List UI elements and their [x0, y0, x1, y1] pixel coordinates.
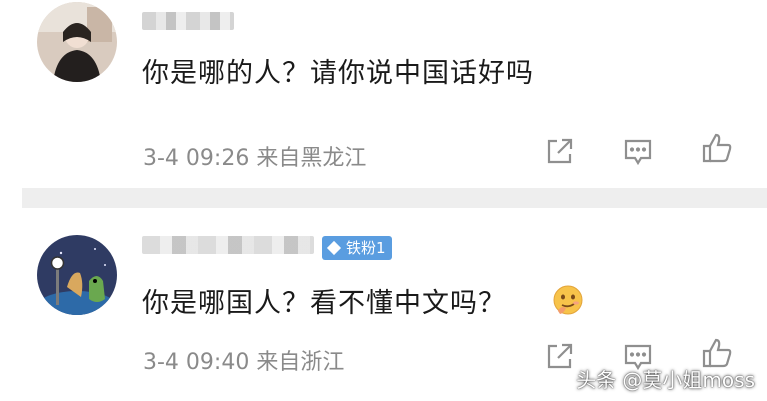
badge-label: 铁粉1	[346, 239, 386, 257]
diamond-icon	[326, 240, 342, 256]
share-icon[interactable]	[543, 339, 577, 373]
comment-item: 你是哪的人？请你说中国话好吗 3-4 09:26 来自黑龙江	[0, 0, 767, 188]
comment-meta: 3-4 09:26 来自黑龙江	[143, 146, 367, 171]
watermark: 头条 @莫小姐moss	[576, 368, 755, 392]
reply-icon[interactable]	[621, 134, 655, 168]
share-icon[interactable]	[543, 134, 577, 168]
thinking-face-emoji	[552, 284, 584, 316]
like-icon[interactable]	[700, 131, 734, 165]
fan-badge: 铁粉1	[322, 236, 392, 260]
comment-meta: 3-4 09:40 来自浙江	[143, 350, 345, 375]
username-blurred[interactable]	[142, 12, 234, 30]
avatar[interactable]	[37, 2, 117, 82]
avatar[interactable]	[37, 235, 117, 315]
comment-text: 你是哪国人？看不懂中文吗？	[142, 288, 506, 319]
comment-divider	[22, 188, 767, 208]
username-blurred[interactable]	[142, 236, 314, 254]
comment-text: 你是哪的人？请你说中国话好吗	[142, 58, 534, 89]
